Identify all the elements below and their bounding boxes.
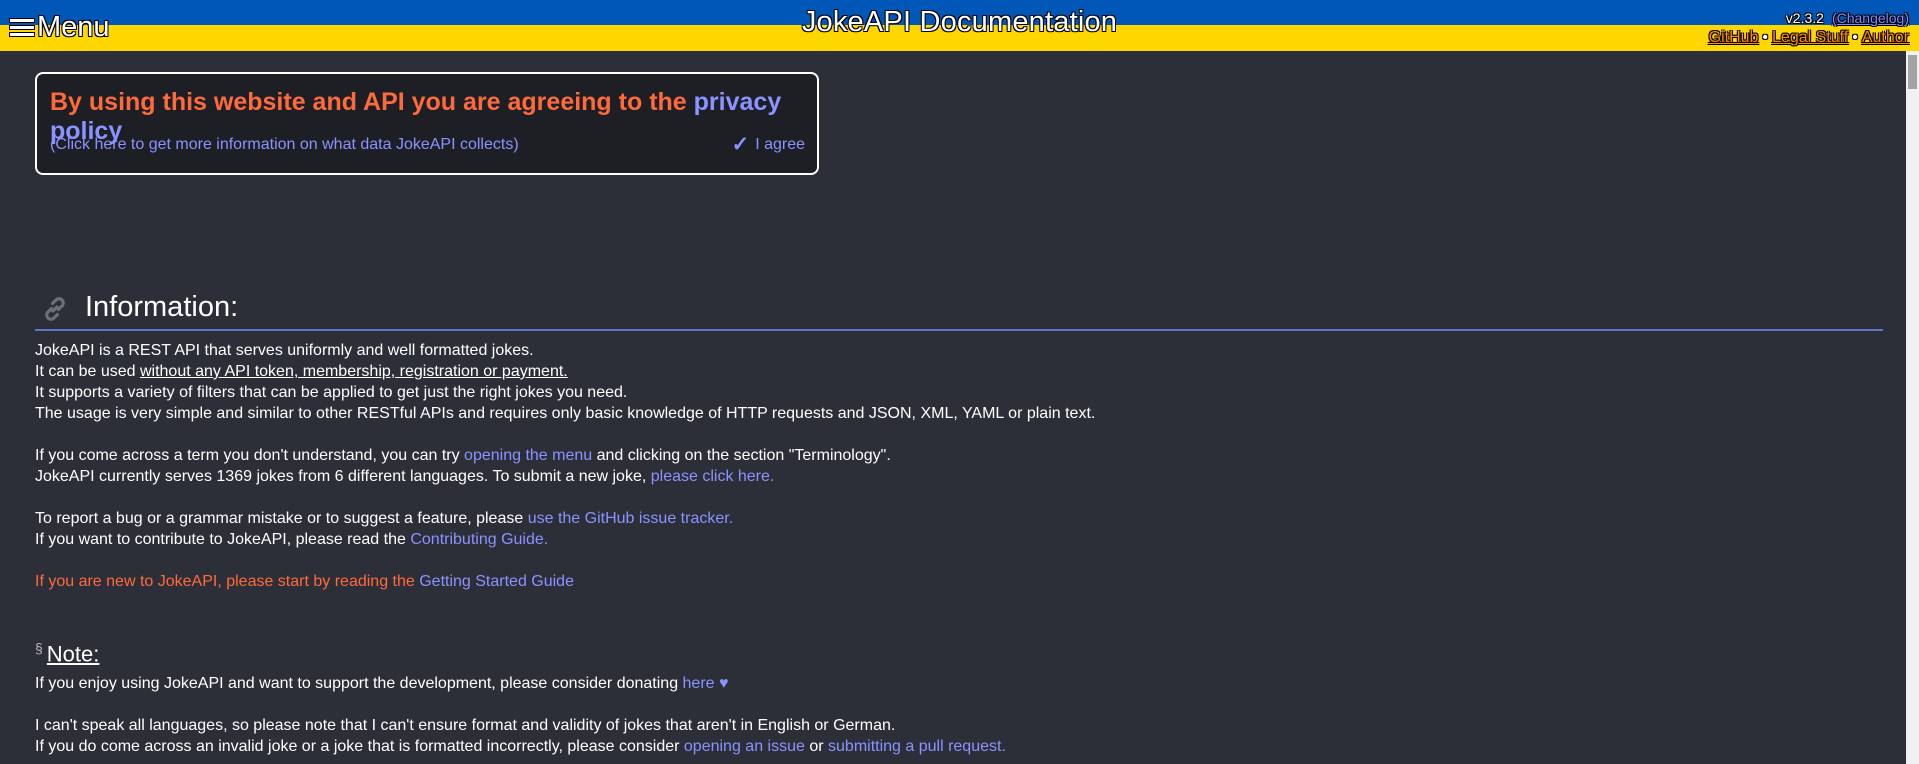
note-line: If you enjoy using JokeAPI and want to s…: [35, 675, 729, 692]
note-content: If you enjoy using JokeAPI and want to s…: [35, 673, 1006, 757]
open-menu-link[interactable]: opening the menu: [464, 447, 592, 464]
pull-request-link[interactable]: submitting a pull request.: [828, 738, 1006, 755]
agree-button[interactable]: ✓ I agree: [732, 132, 805, 157]
information-title: Information:: [85, 291, 239, 323]
info-line: JokeAPI is a REST API that serves unifor…: [35, 342, 534, 359]
link-separator: •: [1852, 29, 1858, 46]
scrollbar-thumb[interactable]: [1908, 55, 1917, 89]
information-heading: Information:: [35, 289, 1883, 331]
contributing-guide-link[interactable]: Contributing Guide.: [410, 531, 548, 548]
info-line: JokeAPI currently serves 1369 jokes from…: [35, 468, 775, 485]
header-bar: Menu JokeAPI Documentation v2.3.2 (Change…: [0, 0, 1919, 51]
submit-joke-link[interactable]: please click here.: [651, 468, 775, 485]
github-link[interactable]: GitHub: [1709, 29, 1759, 46]
donate-link[interactable]: here ♥: [683, 675, 729, 692]
header-links: GitHub • Legal Stuff • Author: [1709, 29, 1909, 47]
section-icon[interactable]: §: [35, 640, 43, 656]
info-line: It supports a variety of filters that ca…: [35, 384, 628, 401]
getting-started-link[interactable]: Getting Started Guide: [419, 573, 574, 590]
info-line: If you are new to JokeAPI, please start …: [35, 573, 574, 590]
privacy-text: By using this website and API you are ag…: [50, 88, 687, 116]
checkmark-icon: ✓: [731, 133, 750, 156]
note-heading: § Note:: [35, 640, 99, 667]
scrollbar[interactable]: [1906, 51, 1919, 764]
version-info: v2.3.2 (Changelog): [1786, 10, 1909, 26]
version-label: v2.3.2: [1785, 10, 1824, 26]
open-issue-link[interactable]: opening an issue: [684, 738, 805, 755]
page-title: JokeAPI Documentation: [801, 6, 1118, 38]
changelog-link[interactable]: (Changelog): [1832, 10, 1909, 26]
info-line: To report a bug or a grammar mistake or …: [35, 510, 734, 527]
agree-label: I agree: [755, 135, 805, 153]
information-content: JokeAPI is a REST API that serves unifor…: [35, 340, 1095, 592]
link-separator: •: [1762, 29, 1769, 46]
note-line: I can't speak all languages, so please n…: [35, 717, 896, 734]
privacy-notice: By using this website and API you are ag…: [35, 72, 819, 175]
author-link[interactable]: Author: [1862, 29, 1909, 46]
no-token-text: without any API token, membership, regis…: [139, 363, 568, 380]
note-line: If you do come across an invalid joke or…: [35, 738, 1006, 755]
link-icon[interactable]: [39, 293, 71, 325]
issue-tracker-link[interactable]: use the GitHub issue tracker.: [528, 510, 733, 527]
legal-stuff-link[interactable]: Legal Stuff: [1772, 29, 1848, 46]
info-line: If you want to contribute to JokeAPI, pl…: [35, 531, 549, 548]
info-line: If you come across a term you don't unde…: [35, 447, 891, 464]
info-line: It can be used without any API token, me…: [35, 363, 568, 380]
info-line: The usage is very simple and similar to …: [35, 405, 1096, 422]
note-title: Note:: [46, 641, 100, 667]
privacy-info-link[interactable]: (Click here to get more information on w…: [50, 136, 519, 154]
